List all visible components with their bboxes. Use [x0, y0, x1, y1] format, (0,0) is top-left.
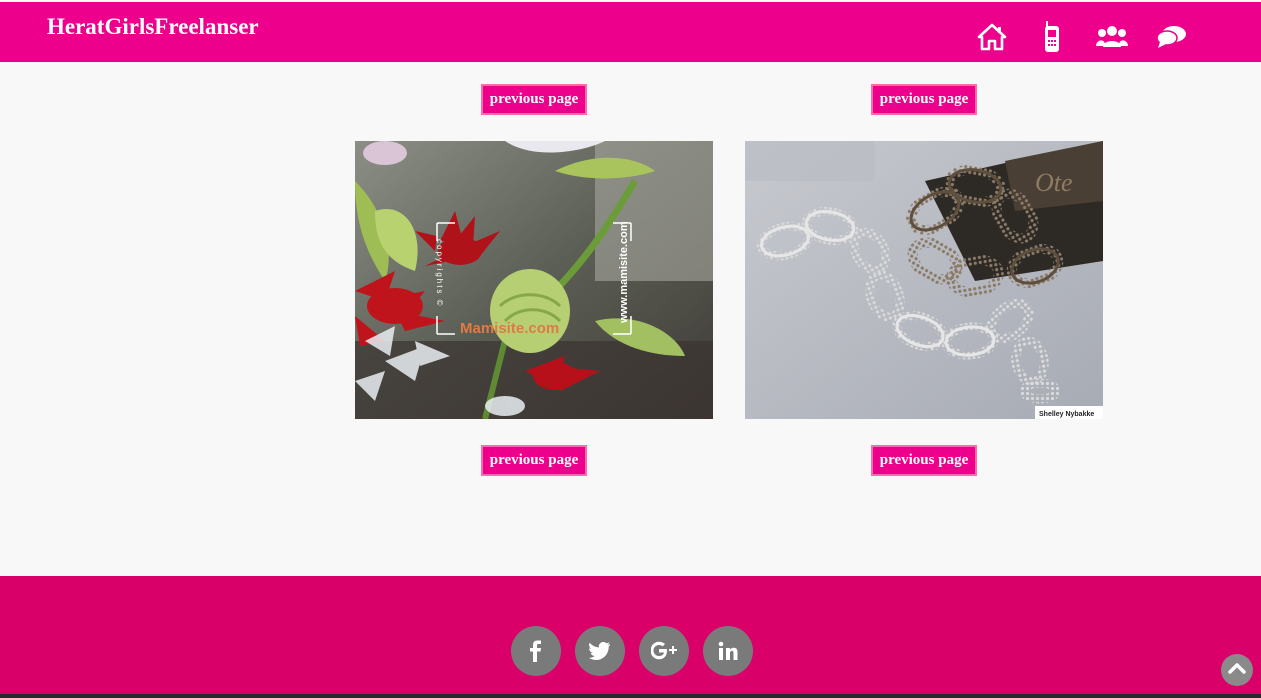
beaded-bracelet-photo[interactable]: Ote Shelley Nybakke [745, 141, 1103, 419]
photo-watermark-rotated: copyrights © [435, 239, 444, 308]
google-plus-icon[interactable] [639, 626, 689, 676]
facebook-icon[interactable] [511, 626, 561, 676]
chat-bubbles-icon[interactable] [1155, 20, 1189, 54]
mobile-phone-icon[interactable] [1035, 20, 1069, 54]
previous-page-button[interactable]: previous page [481, 84, 587, 115]
previous-page-button[interactable]: previous page [871, 84, 977, 115]
previous-page-button[interactable]: previous page [481, 445, 587, 476]
svg-text:Ote: Ote [1035, 168, 1073, 197]
twitter-icon[interactable] [575, 626, 625, 676]
beaded-flowers-photo[interactable]: Mamisite.com www.mamisite.com copyrights… [355, 141, 713, 419]
chevron-up-icon [1228, 661, 1246, 679]
footer [0, 576, 1261, 698]
home-icon[interactable] [975, 20, 1009, 54]
top-navbar: HeratGirlsFreelanser [0, 2, 1261, 62]
photo-watermark: Mamisite.com [460, 320, 559, 337]
previous-page-button[interactable]: previous page [871, 445, 977, 476]
linkedin-icon[interactable] [703, 626, 753, 676]
users-icon[interactable] [1095, 20, 1129, 54]
photo-caption: Shelley Nybakke [1039, 411, 1094, 418]
brand-logo[interactable]: HeratGirlsFreelanser [47, 14, 259, 40]
page: HeratGirlsFreelanser previous page previ… [0, 0, 1261, 698]
photo-watermark-side: www.mamisite.com [618, 221, 630, 324]
scroll-to-top-button[interactable] [1221, 654, 1253, 686]
taskbar-strip [0, 694, 1261, 698]
